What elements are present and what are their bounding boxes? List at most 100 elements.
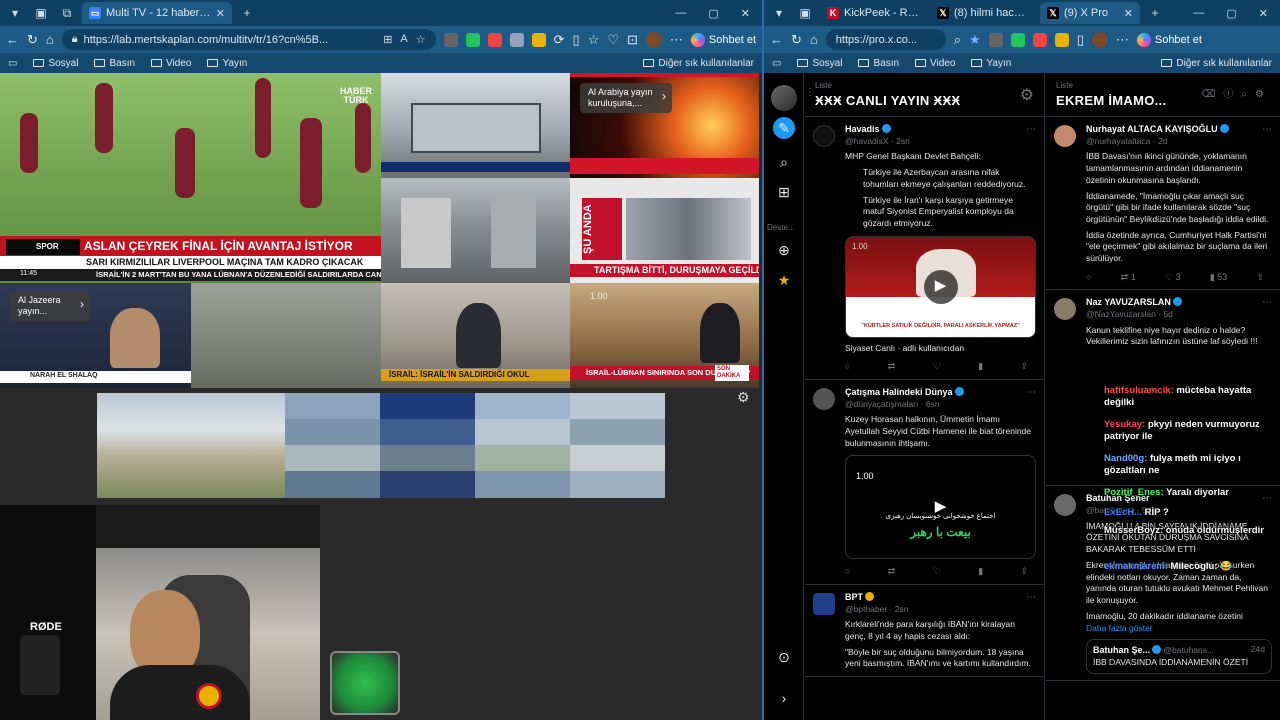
- extension-5-icon[interactable]: [531, 32, 546, 47]
- views-icon[interactable]: ▮: [978, 565, 983, 577]
- bookmark-sosyal[interactable]: Sosyal: [797, 58, 842, 69]
- search-icon[interactable]: ⌕: [773, 151, 795, 173]
- other-bookmarks[interactable]: Diğer sık kullanılanlar: [643, 58, 754, 69]
- collections-icon[interactable]: ♡: [607, 32, 619, 48]
- post[interactable]: ⋯ Çatışma Halindeki Dünya @dünyaçatışmal…: [805, 380, 1044, 585]
- drag-handle-icon[interactable]: ⋮: [805, 87, 815, 98]
- quoted-post[interactable]: Batuhan Şe... @batuhans... 24d İBB DAVAS…: [1086, 639, 1272, 674]
- extension-2-icon[interactable]: [1010, 32, 1025, 47]
- minimize-icon[interactable]: —: [1193, 7, 1204, 20]
- settings-gear-icon[interactable]: ⚙: [737, 389, 750, 406]
- tab-multitv[interactable]: ▭ Multi TV - 12 haber kanalını aynı a ✕: [82, 2, 232, 24]
- minimize-icon[interactable]: —: [675, 7, 686, 20]
- post-more-icon[interactable]: ⋯: [1262, 123, 1272, 137]
- sohbet-button[interactable]: Sohbet et: [1136, 32, 1202, 47]
- bookmark-sosyal[interactable]: Sosyal: [33, 58, 78, 69]
- tab-kickpeek[interactable]: K KickPeek - Real-tim: [820, 2, 926, 24]
- like-count[interactable]: ♡ 3: [1165, 271, 1181, 283]
- al-jazeera-bubble[interactable]: Al Jazeera yayın...: [10, 291, 90, 321]
- more-menu-icon[interactable]: ⋯: [1116, 32, 1129, 48]
- read-aloud-icon[interactable]: A: [400, 33, 407, 46]
- back-icon[interactable]: ←: [6, 32, 19, 47]
- tv-tile-panorama[interactable]: [97, 393, 285, 498]
- bookmark-basin[interactable]: Basın: [94, 58, 135, 69]
- deck-icon[interactable]: ⊕: [773, 239, 795, 261]
- favorite-star-icon[interactable]: ☆: [416, 33, 426, 46]
- al-arabiya-bubble[interactable]: Al Arabiya yayın kuruluşuna,...: [580, 83, 672, 113]
- tv-tile-su-anda[interactable]: ŞU ANDA TARTIŞMA BİTTİ, DURUŞMAYA GEÇİLD…: [570, 178, 759, 283]
- tv-tile-webcams[interactable]: [285, 393, 665, 498]
- tv-tile-aerial[interactable]: [191, 283, 381, 388]
- more-options-icon[interactable]: ⊙: [773, 646, 795, 668]
- search-icon[interactable]: ⌕: [1241, 89, 1255, 100]
- more-menu-icon[interactable]: ⋯: [670, 32, 683, 48]
- retweet-count[interactable]: ⇄ 1: [1121, 271, 1136, 283]
- add-column-icon[interactable]: ⊞: [773, 181, 795, 203]
- extension-3-icon[interactable]: [1032, 32, 1047, 47]
- bookmark-video[interactable]: Video: [151, 58, 191, 69]
- post-more-icon[interactable]: ⋯: [1026, 123, 1036, 137]
- tv-tile-son-dakika[interactable]: 1.00 İSRAİL-LÜBNAN SINIRINDA SON DURUM N…: [570, 283, 759, 388]
- home-icon[interactable]: ⌂: [810, 32, 818, 47]
- split-icon[interactable]: ⊞: [383, 33, 392, 46]
- refresh-icon[interactable]: ↻: [27, 32, 38, 48]
- share-icon[interactable]: ⇪: [1256, 271, 1264, 283]
- extensions-icon[interactable]: ⟳: [554, 32, 565, 48]
- tab-actions-icon[interactable]: ▾: [768, 3, 790, 23]
- tv-tile-haberturk-spor[interactable]: HABER TÜRK ASLAN ÇEYREK FİNAL İÇİN AVANT…: [0, 73, 381, 283]
- extension-3-icon[interactable]: [487, 32, 502, 47]
- favorite-star-icon[interactable]: ★: [969, 32, 981, 48]
- close-tab-icon[interactable]: ✕: [216, 7, 225, 20]
- maximize-icon[interactable]: ▢: [708, 7, 718, 20]
- tab-xpro[interactable]: 𝕏 (9) X Pro ✕: [1040, 2, 1140, 24]
- reply-icon[interactable]: ○: [845, 565, 850, 577]
- post-video[interactable]: 1.00 ▶ "KÜRTLER SATILIK DEĞİLDİR, PARALI…: [845, 235, 1036, 338]
- favorites-icon[interactable]: ☆: [588, 32, 600, 48]
- screenshot-icon[interactable]: ⊡: [627, 32, 638, 48]
- sohbet-button[interactable]: Sohbet et: [690, 32, 756, 47]
- extension-1-icon[interactable]: [988, 32, 1003, 47]
- extension-2-icon[interactable]: [465, 32, 480, 47]
- tab-hilmi[interactable]: 𝕏 (8) hilmi hacaloğlu: [930, 2, 1036, 24]
- post[interactable]: ⋯ BPT @bpthaber · 2sn Kırklareli'nde par…: [805, 585, 1044, 678]
- address-bar[interactable]: https://pro.x.co...: [825, 29, 946, 50]
- post[interactable]: ⋯ Nurhayat ALTACA KAYIŞOĞLU @nurhayatalt…: [1046, 117, 1280, 291]
- reading-view-icon[interactable]: ▭: [772, 58, 781, 69]
- extension-4-icon[interactable]: [1054, 32, 1069, 47]
- share-icon[interactable]: ⇪: [1020, 565, 1028, 577]
- address-bar[interactable]: 🔒︎ https://lab.mertskaplan.com/multitv/t…: [61, 29, 436, 50]
- post-more-icon[interactable]: ⋯: [1026, 386, 1036, 400]
- share-icon[interactable]: ⇪: [1020, 360, 1028, 372]
- post[interactable]: ⋯ Havadis @havadisX · 2sn MHP Genel Başk…: [805, 117, 1044, 380]
- new-tab-icon[interactable]: +: [236, 3, 258, 23]
- post-video[interactable]: 1.00 ▶ اجتماع خوشخوانی خوشنویسان رهبری ب…: [845, 455, 1036, 560]
- close-tab-icon[interactable]: ✕: [1124, 7, 1133, 20]
- reading-view-icon[interactable]: ▭: [8, 58, 17, 69]
- tv-tile-reporter[interactable]: İSRAİL: İSRAİL'İN SALDIRDIĞI OKUL: [381, 283, 570, 388]
- tv-tile-al-arabiya[interactable]: Al Arabiya yayın kuruluşuna,...: [570, 73, 759, 178]
- close-window-icon[interactable]: ✕: [741, 7, 750, 20]
- new-tab-icon[interactable]: +: [1144, 3, 1166, 23]
- views-icon[interactable]: ▮: [978, 360, 983, 372]
- like-icon[interactable]: ♡: [933, 360, 941, 372]
- bookmark-yayin[interactable]: Yayın: [207, 58, 247, 69]
- maximize-icon[interactable]: ▢: [1226, 7, 1236, 20]
- search-icon[interactable]: ⌕: [954, 32, 961, 48]
- back-icon[interactable]: ←: [770, 32, 783, 47]
- show-more-link[interactable]: Daha fazla göster: [1086, 623, 1272, 635]
- tv-tile-streamer-cam[interactable]: RØDE: [0, 505, 320, 720]
- expand-sidebar-icon[interactable]: ›: [773, 687, 795, 709]
- home-icon[interactable]: ⌂: [46, 32, 54, 47]
- tab-actions-icon[interactable]: ▾: [4, 3, 26, 23]
- info-icon[interactable]: ⓘ: [1223, 89, 1241, 100]
- bookmark-video[interactable]: Video: [915, 58, 955, 69]
- tv-tile-al-jazeera[interactable]: Al Jazeera yayın... NARAH EL SHALAQ: [0, 283, 191, 388]
- workspaces-icon[interactable]: ▣: [794, 3, 816, 23]
- retweet-icon[interactable]: ⇄: [888, 360, 896, 372]
- like-icon[interactable]: ♡: [933, 565, 941, 577]
- tab-groups-icon[interactable]: ⧉: [56, 3, 78, 23]
- account-avatar[interactable]: [771, 85, 797, 111]
- bookmark-basin[interactable]: Basın: [858, 58, 899, 69]
- tv-tile-building[interactable]: [381, 73, 570, 178]
- reply-icon[interactable]: ○: [845, 360, 850, 372]
